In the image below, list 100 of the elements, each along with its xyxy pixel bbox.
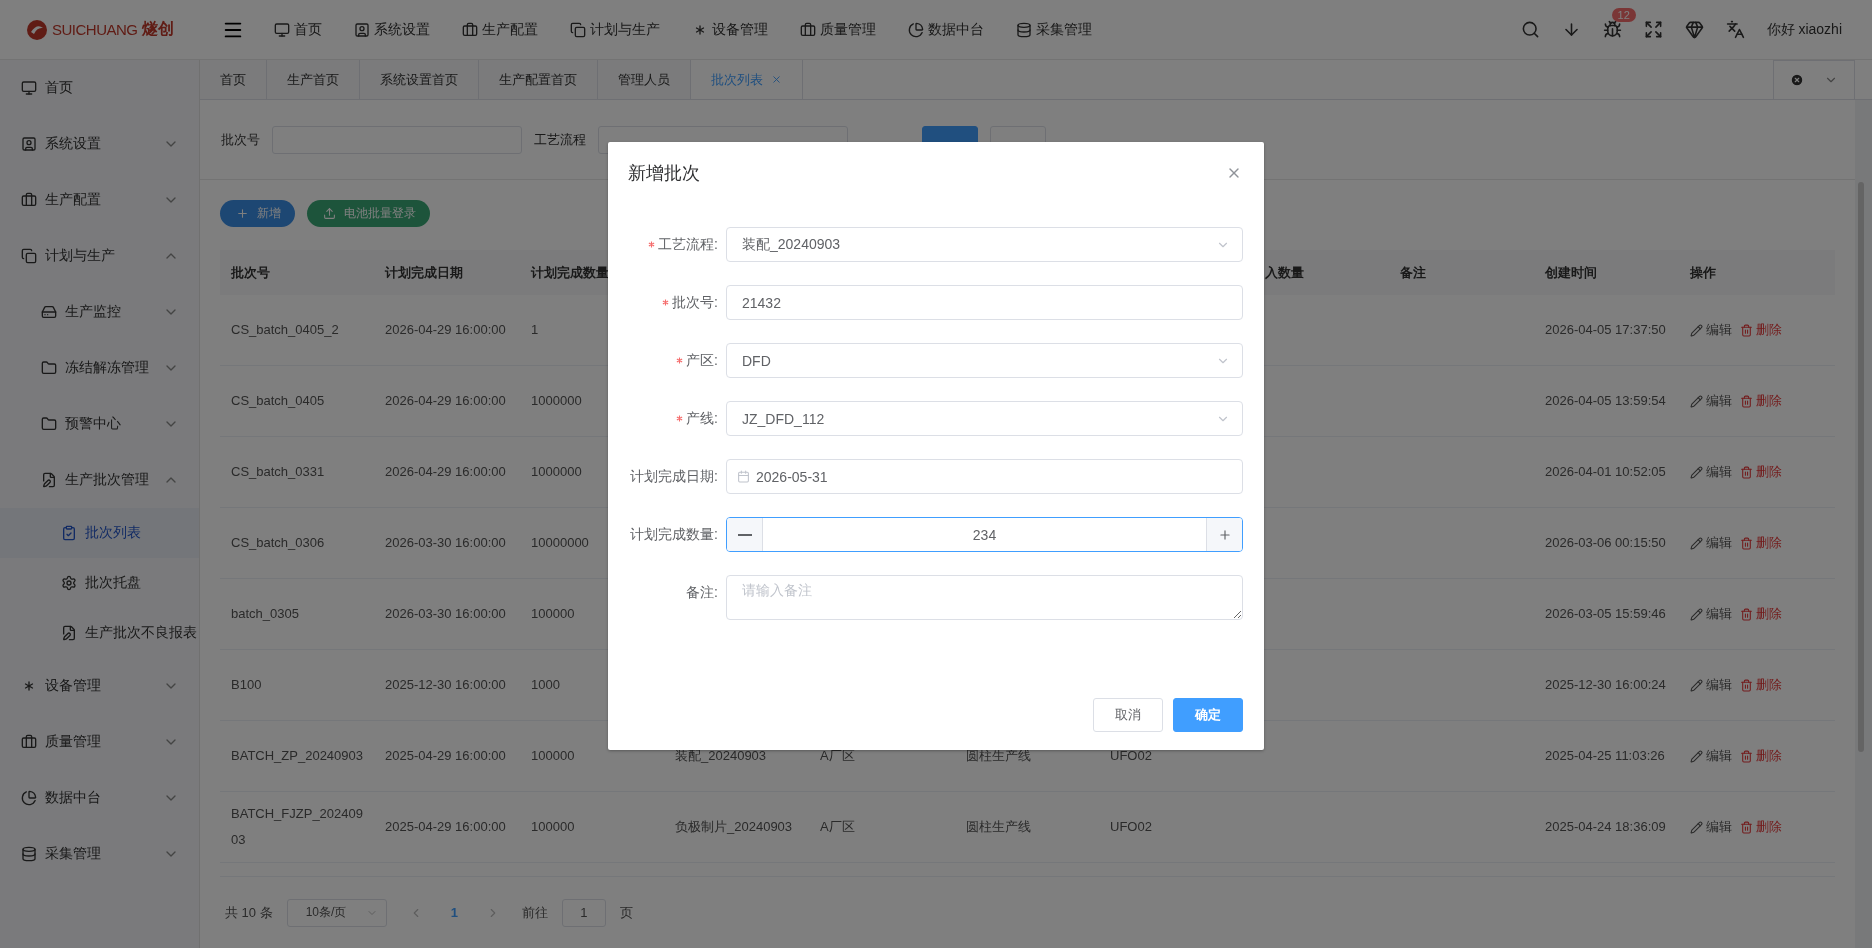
delete-button[interactable]: 删除 — [1740, 747, 1782, 765]
page-size-select[interactable]: 10条/页 — [286, 898, 387, 927]
menu-item-icon — [21, 248, 37, 264]
sidebar-item[interactable]: 质量管理 — [0, 714, 199, 770]
sidebar-item[interactable]: 生产监控 — [0, 284, 199, 340]
table-cell: 2025-04-24 18:36:09 — [1534, 792, 1679, 863]
page-tab[interactable]: 生产配置首页 — [479, 60, 598, 99]
delete-button[interactable]: 删除 — [1740, 392, 1782, 410]
page-number[interactable]: 1 — [444, 904, 464, 921]
menu-item-icon — [41, 360, 57, 376]
edit-button[interactable]: 编辑 — [1690, 321, 1732, 339]
nav-link[interactable]: 计划与生产 — [554, 20, 676, 39]
user-greeting[interactable]: 你好 xiaozhi — [1766, 20, 1842, 39]
table-cell: CS_batch_0331 — [220, 437, 374, 508]
import-button[interactable]: 电池批量登录 — [307, 200, 430, 227]
table-cell: 2026-04-01 10:52:05 — [1534, 437, 1679, 508]
text-field[interactable]: 21432 — [726, 285, 1243, 320]
table-cell: 2026-04-29 16:00:00 — [374, 437, 520, 508]
delete-button[interactable]: 删除 — [1740, 321, 1782, 339]
table-cell: 2025-04-29 16:00:00 — [374, 721, 520, 792]
sidebar-item[interactable]: 生产批次管理 — [0, 452, 199, 508]
confirm-button[interactable]: 确定 — [1173, 698, 1243, 732]
select-field[interactable]: 装配_20240903 — [726, 227, 1243, 262]
table-cell: 2026-03-06 00:15:50 — [1534, 508, 1679, 579]
logo-text: 燧创 — [141, 19, 174, 39]
menu-item-icon — [21, 734, 37, 750]
edit-button[interactable]: 编辑 — [1690, 818, 1732, 836]
sidebar-item[interactable]: 采集管理 — [0, 826, 199, 882]
select-field[interactable]: JZ_DFD_112 — [726, 401, 1243, 436]
table-cell: 负极制片_20240903 — [664, 792, 809, 863]
edit-button[interactable]: 编辑 — [1690, 747, 1732, 765]
delete-button[interactable]: 删除 — [1740, 605, 1782, 623]
table-cell: 圆柱生产线 — [955, 792, 1099, 863]
table-cell: A厂区 — [809, 792, 955, 863]
sidebar-item[interactable]: 预警中心 — [0, 396, 199, 452]
nav-link[interactable]: 设备管理 — [676, 20, 784, 39]
nav-link[interactable]: 质量管理 — [784, 20, 892, 39]
edit-button[interactable]: 编辑 — [1690, 392, 1732, 410]
page-jump-field[interactable]: 1 — [561, 898, 606, 927]
nav-link[interactable]: 采集管理 — [1000, 20, 1108, 39]
column-header: 创建时间 — [1534, 250, 1679, 295]
sidebar-item[interactable]: 计划与生产 — [0, 228, 199, 284]
bug-icon[interactable] — [1602, 20, 1622, 39]
tab-menu-button[interactable] — [1773, 59, 1855, 100]
remarks-field[interactable]: 请输入备注 — [726, 575, 1243, 620]
filter-label: 工艺流程 — [534, 130, 586, 149]
search-icon[interactable] — [1520, 20, 1540, 39]
sidebar-item[interactable]: 生产配置 — [0, 172, 199, 228]
page-tab[interactable]: 首页 — [200, 60, 267, 99]
delete-button[interactable]: 删除 — [1740, 676, 1782, 694]
gem-icon[interactable] — [1684, 20, 1704, 39]
page-tab[interactable]: 系统设置首页 — [360, 60, 479, 99]
table-cell: CS_batch_0306 — [220, 508, 374, 579]
nav-link[interactable]: 生产配置 — [446, 20, 554, 39]
close-all-icon — [1790, 72, 1804, 87]
date-field[interactable]: 2026-05-31 — [726, 459, 1243, 494]
page-tab[interactable]: 管理人员 — [598, 60, 691, 99]
table-cell: 2026-03-05 15:59:46 — [1534, 579, 1679, 650]
decrement-button[interactable] — [727, 518, 763, 551]
calendar-icon — [737, 470, 750, 483]
menu-item-icon — [61, 525, 77, 541]
table-cell: 2026-03-30 16:00:00 — [374, 508, 520, 579]
table-cell: batch_0305 — [220, 579, 374, 650]
field-label: 产区: — [686, 351, 718, 370]
sidebar-item[interactable]: 设备管理 — [0, 658, 199, 714]
quantity-stepper[interactable]: 234 — [726, 517, 1243, 552]
pencil-icon — [1690, 607, 1703, 621]
fullscreen-icon[interactable] — [1643, 20, 1663, 39]
sidebar-item[interactable]: 首页 — [0, 60, 199, 116]
delete-button[interactable]: 删除 — [1740, 818, 1782, 836]
sidebar-item[interactable]: 批次列表 — [0, 508, 199, 558]
nav-link[interactable]: 首页 — [258, 20, 338, 39]
page-tab[interactable]: 生产首页 — [267, 60, 360, 99]
translate-icon[interactable] — [1725, 20, 1745, 39]
trash-icon — [1740, 678, 1753, 692]
delete-button[interactable]: 删除 — [1740, 534, 1782, 552]
upload-icon — [323, 207, 336, 220]
sidebar-item[interactable]: 系统设置 — [0, 116, 199, 172]
table-cell: 2026-04-05 17:37:50 — [1534, 295, 1679, 366]
nav-link[interactable]: 系统设置 — [338, 20, 446, 39]
add-button[interactable]: 新增 — [220, 200, 295, 227]
cancel-button[interactable]: 取消 — [1093, 698, 1163, 732]
sidebar-item[interactable]: 冻结解冻管理 — [0, 340, 199, 396]
trash-icon — [1740, 536, 1753, 550]
edit-button[interactable]: 编辑 — [1690, 676, 1732, 694]
edit-button[interactable]: 编辑 — [1690, 463, 1732, 481]
delete-button[interactable]: 删除 — [1740, 463, 1782, 481]
select-field[interactable]: DFD — [726, 343, 1243, 378]
menu-item-icon — [21, 790, 37, 806]
sidebar-item[interactable]: 生产批次不良报表 — [0, 608, 199, 658]
minus-icon — [737, 533, 752, 536]
sidebar-item[interactable]: 数据中台 — [0, 770, 199, 826]
menu-item-icon — [41, 472, 57, 488]
edit-button[interactable]: 编辑 — [1690, 534, 1732, 552]
nav-link[interactable]: 数据中台 — [892, 20, 1000, 39]
logo-text: SUICHUANG — [52, 21, 138, 38]
edit-button[interactable]: 编辑 — [1690, 605, 1732, 623]
sidebar-item[interactable]: 批次托盘 — [0, 558, 199, 608]
nav-item-icon — [800, 21, 816, 38]
trash-icon — [1740, 323, 1753, 337]
